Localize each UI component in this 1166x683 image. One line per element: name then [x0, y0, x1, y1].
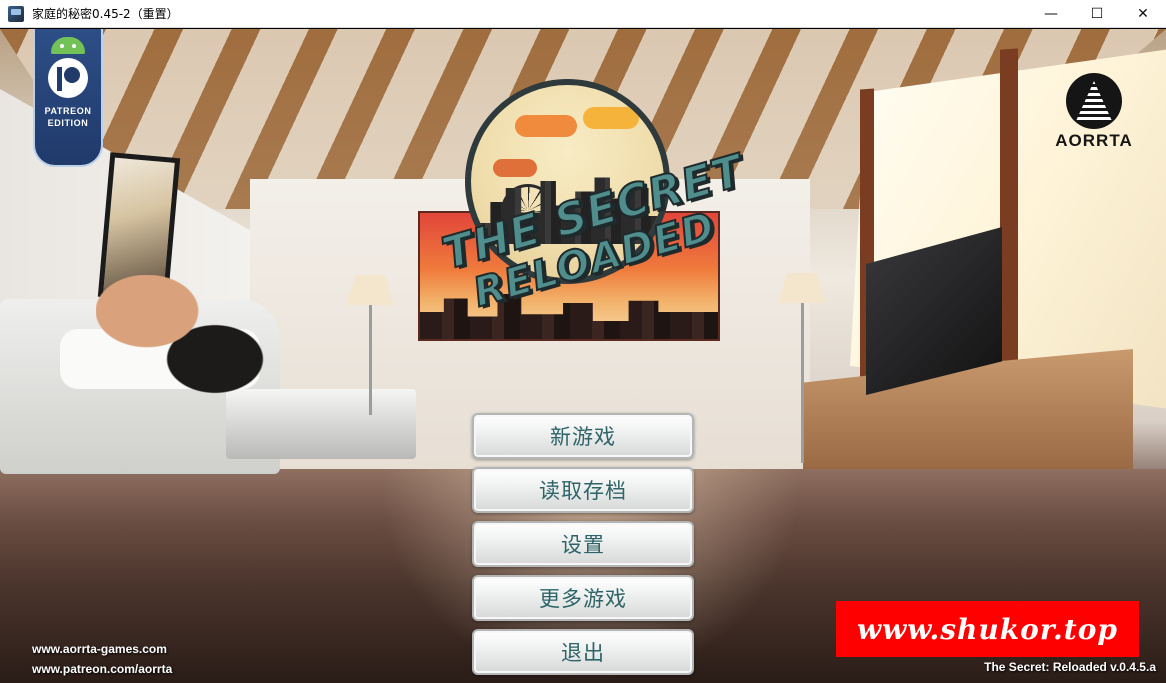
patreon-edition-label: PATREON EDITION	[45, 105, 92, 129]
publisher-name: AORRTA	[1055, 131, 1133, 150]
quit-button[interactable]: 退出	[472, 629, 694, 675]
patreon-label-line1: PATREON	[44, 106, 92, 116]
main-menu: 新游戏 读取存档 设置 更多游戏 退出	[472, 413, 694, 683]
close-button[interactable]: ✕	[1120, 0, 1166, 28]
website-links: www.aorrta-games.com www.patreon.com/aor…	[32, 639, 172, 679]
settings-button[interactable]: 设置	[472, 521, 694, 567]
floor-lamp-pole	[369, 305, 372, 415]
android-icon	[51, 37, 85, 54]
publisher-logo: AORRTA	[1055, 73, 1132, 153]
game-title-logo: THE SECRET RELOADED	[430, 65, 750, 317]
patreon-link: www.patreon.com/aorrta	[32, 662, 173, 676]
window-controls: — ☐ ✕	[1028, 0, 1166, 28]
cloud-icon	[583, 107, 639, 129]
window-titlebar[interactable]: 家庭的秘密0.45-2（重置） — ☐ ✕	[0, 0, 1166, 28]
new-game-button[interactable]: 新游戏	[472, 413, 694, 459]
patreon-icon	[48, 58, 88, 98]
window-title: 家庭的秘密0.45-2（重置）	[32, 7, 179, 21]
load-game-button[interactable]: 读取存档	[472, 467, 694, 513]
character-figure	[96, 275, 266, 395]
app-icon	[8, 5, 24, 22]
aorrta-emblem-icon	[1066, 73, 1122, 129]
cloud-icon	[493, 159, 537, 177]
more-games-button[interactable]: 更多游戏	[472, 575, 694, 621]
watermark-banner: www.shukor.top	[836, 601, 1139, 657]
patreon-label-line2: EDITION	[47, 118, 89, 128]
cloud-icon	[515, 115, 577, 137]
version-label: The Secret: Reloaded v.0.4.5.a	[984, 660, 1156, 674]
window-frame	[1000, 48, 1018, 400]
patreon-edition-badge: PATREON EDITION	[33, 29, 103, 167]
coffee-table	[226, 389, 416, 459]
floor-lamp-pole	[801, 303, 804, 463]
minimize-button[interactable]: —	[1028, 0, 1074, 28]
website-link: www.aorrta-games.com	[32, 642, 167, 656]
maximize-button[interactable]: ☐	[1074, 0, 1120, 28]
game-main-menu-scene: PATREON EDITION AORRTA THE SECRET RELOAD…	[0, 29, 1166, 683]
